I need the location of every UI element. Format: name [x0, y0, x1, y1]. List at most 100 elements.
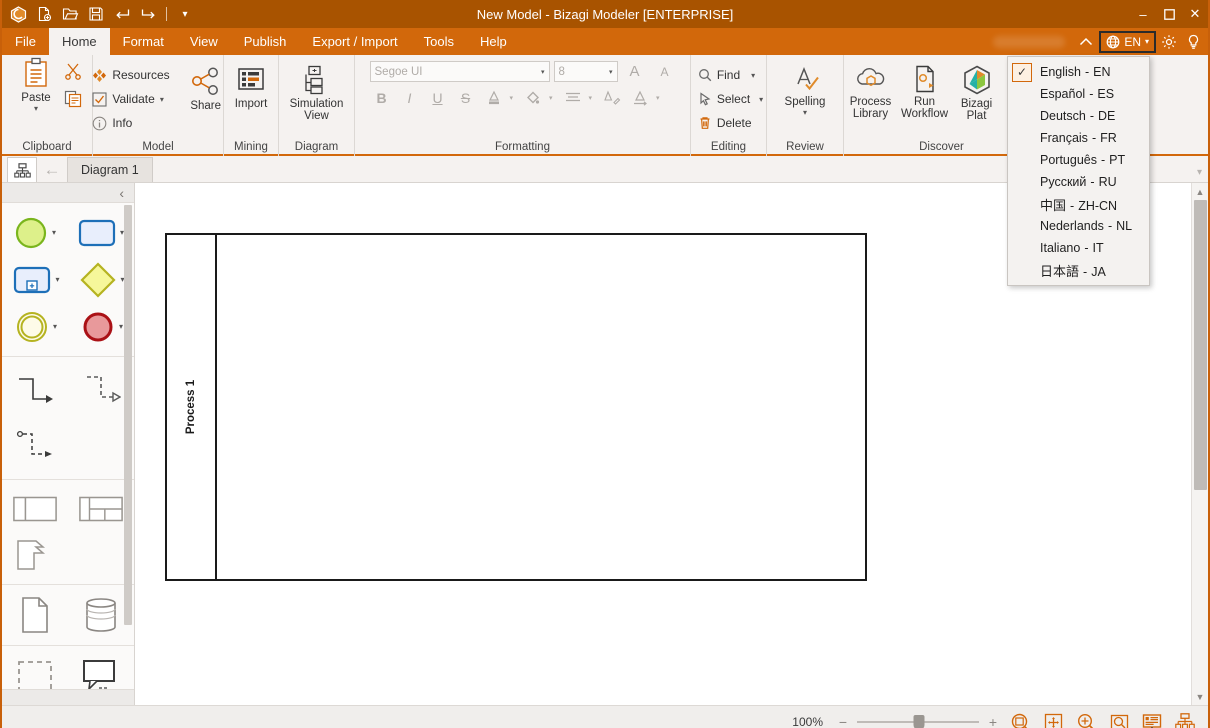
pool-process-1[interactable]: Process 1: [165, 233, 867, 581]
language-item-en[interactable]: ✓ English - EN: [1008, 61, 1149, 83]
maximize-button[interactable]: [1156, 0, 1182, 28]
palette-scrollbar-thumb[interactable]: [124, 205, 132, 625]
validate-caret-icon[interactable]: ▾: [160, 95, 164, 104]
minimize-button[interactable]: –: [1130, 0, 1156, 28]
font-color-button[interactable]: [482, 86, 506, 110]
lane-shape[interactable]: [78, 489, 124, 529]
language-item-de[interactable]: Deutsch - DE: [1008, 105, 1149, 127]
undo-icon[interactable]: [110, 3, 134, 25]
zoom-slider[interactable]: [857, 714, 979, 728]
language-item-ja[interactable]: 日本語 - JA: [1008, 259, 1149, 281]
fill-color-button[interactable]: [521, 86, 545, 110]
help-bulb-icon[interactable]: [1182, 31, 1204, 53]
open-model-icon[interactable]: [58, 3, 82, 25]
canvas-vertical-scrollbar[interactable]: ▲ ▼: [1191, 183, 1208, 705]
chevron-down-icon[interactable]: ▾: [52, 228, 56, 237]
language-item-zh-cn[interactable]: 中国 - ZH-CN: [1008, 193, 1149, 215]
end-event-shape[interactable]: ▾: [79, 308, 123, 346]
tab-publish[interactable]: Publish: [231, 28, 300, 55]
group-shape[interactable]: [12, 535, 58, 575]
format-painter-button[interactable]: [600, 86, 624, 110]
scroll-up-arrow-icon[interactable]: ▲: [1192, 183, 1209, 200]
back-arrow-icon[interactable]: ←: [37, 157, 67, 182]
delete-button[interactable]: Delete: [694, 111, 767, 135]
spelling-button[interactable]: Spelling ▾: [770, 61, 840, 117]
tab-home[interactable]: Home: [48, 28, 110, 55]
resources-button[interactable]: Resources: [88, 63, 173, 87]
zoom-in-button[interactable]: +: [986, 714, 1000, 728]
language-item-fr[interactable]: Français - FR: [1008, 127, 1149, 149]
tab-diagram-1[interactable]: Diagram 1: [67, 157, 153, 182]
simulation-view-button[interactable]: Simulation View: [283, 61, 351, 122]
info-button[interactable]: Info: [88, 111, 173, 135]
pool-header[interactable]: Process 1: [167, 235, 217, 579]
task-shape[interactable]: ▾: [76, 217, 124, 249]
tab-overflow-caret-icon[interactable]: ▾: [1197, 167, 1202, 178]
font-family-select[interactable]: Segoe UI ▾: [369, 61, 550, 82]
tab-tools[interactable]: Tools: [411, 28, 467, 55]
tab-format[interactable]: Format: [110, 28, 177, 55]
bold-button[interactable]: B: [370, 86, 394, 110]
close-button[interactable]: ✕: [1182, 0, 1208, 28]
text-direction-button[interactable]: [628, 86, 652, 110]
strikethrough-button[interactable]: S: [454, 86, 478, 110]
run-workflow-button[interactable]: Run Workflow: [899, 61, 951, 120]
scrollbar-thumb[interactable]: [1193, 200, 1207, 490]
data-object-shape[interactable]: [12, 595, 58, 635]
bizagi-platform-button[interactable]: Bizagi Plat: [953, 61, 1001, 122]
language-item-es[interactable]: Español - ES: [1008, 83, 1149, 105]
bizagi-logo-icon[interactable]: [6, 3, 30, 25]
actual-size-icon[interactable]: [1040, 710, 1066, 728]
zoom-slider-thumb[interactable]: [913, 714, 925, 728]
scroll-down-arrow-icon[interactable]: ▼: [1192, 688, 1209, 705]
language-item-ru[interactable]: Русский - RU: [1008, 171, 1149, 193]
find-caret-icon[interactable]: ▾: [751, 71, 755, 80]
tab-export-import[interactable]: Export / Import: [299, 28, 410, 55]
cut-button[interactable]: [62, 59, 84, 83]
association-connector[interactable]: [12, 426, 58, 466]
zoom-out-button[interactable]: −: [836, 714, 850, 728]
tab-file[interactable]: File: [2, 28, 49, 55]
underline-button[interactable]: U: [426, 86, 450, 110]
diagram-tree-icon[interactable]: [7, 157, 37, 182]
new-model-icon[interactable]: [32, 3, 56, 25]
process-library-button[interactable]: Process Library: [845, 61, 897, 120]
import-button[interactable]: Import: [225, 61, 277, 110]
message-flow-connector[interactable]: [78, 371, 124, 411]
fit-to-window-icon[interactable]: [1007, 710, 1033, 728]
data-store-shape[interactable]: [78, 595, 124, 635]
presentation-view-icon[interactable]: [1139, 710, 1165, 728]
find-button[interactable]: Find ▾: [694, 63, 767, 87]
zoom-region-icon[interactable]: [1073, 710, 1099, 728]
palette-collapse-button[interactable]: ‹: [2, 183, 134, 203]
sequence-flow-connector[interactable]: [12, 371, 58, 411]
save-icon[interactable]: [84, 3, 108, 25]
align-caret-icon[interactable]: ▾: [589, 94, 593, 102]
dashed-box-shape[interactable]: [12, 656, 58, 689]
pool-shape[interactable]: [12, 489, 58, 529]
redo-icon[interactable]: [136, 3, 160, 25]
language-item-pt[interactable]: Português - PT: [1008, 149, 1149, 171]
paste-caret-icon[interactable]: ▾: [34, 104, 38, 113]
language-dropdown-menu[interactable]: ✓ English - EN Español - ES Deutsch - DE: [1007, 56, 1150, 286]
gateway-shape[interactable]: ▾: [78, 261, 125, 299]
shrink-font-button[interactable]: A: [652, 65, 678, 79]
tab-view[interactable]: View: [177, 28, 231, 55]
customize-qat-icon[interactable]: ▾: [173, 3, 197, 25]
select-button[interactable]: Select ▾: [694, 87, 767, 111]
start-event-shape[interactable]: ▾: [12, 214, 56, 252]
fit-page-icon[interactable]: [1106, 710, 1132, 728]
chevron-down-icon[interactable]: ▾: [119, 322, 123, 331]
annotation-shape[interactable]: [78, 656, 124, 689]
sub-process-shape[interactable]: ▾: [11, 264, 60, 296]
select-caret-icon[interactable]: ▾: [759, 95, 763, 104]
chevron-down-icon[interactable]: ▾: [53, 322, 57, 331]
language-item-it[interactable]: Italiano - IT: [1008, 237, 1149, 259]
copy-button[interactable]: [62, 87, 84, 111]
scrollbar-track[interactable]: [1192, 200, 1208, 688]
font-size-select[interactable]: 8 ▾: [553, 61, 618, 82]
text-direction-caret-icon[interactable]: ▾: [656, 94, 660, 102]
grow-font-button[interactable]: A: [622, 63, 648, 80]
chevron-down-icon[interactable]: ▾: [55, 275, 59, 284]
paste-button[interactable]: Paste ▾: [10, 55, 62, 113]
